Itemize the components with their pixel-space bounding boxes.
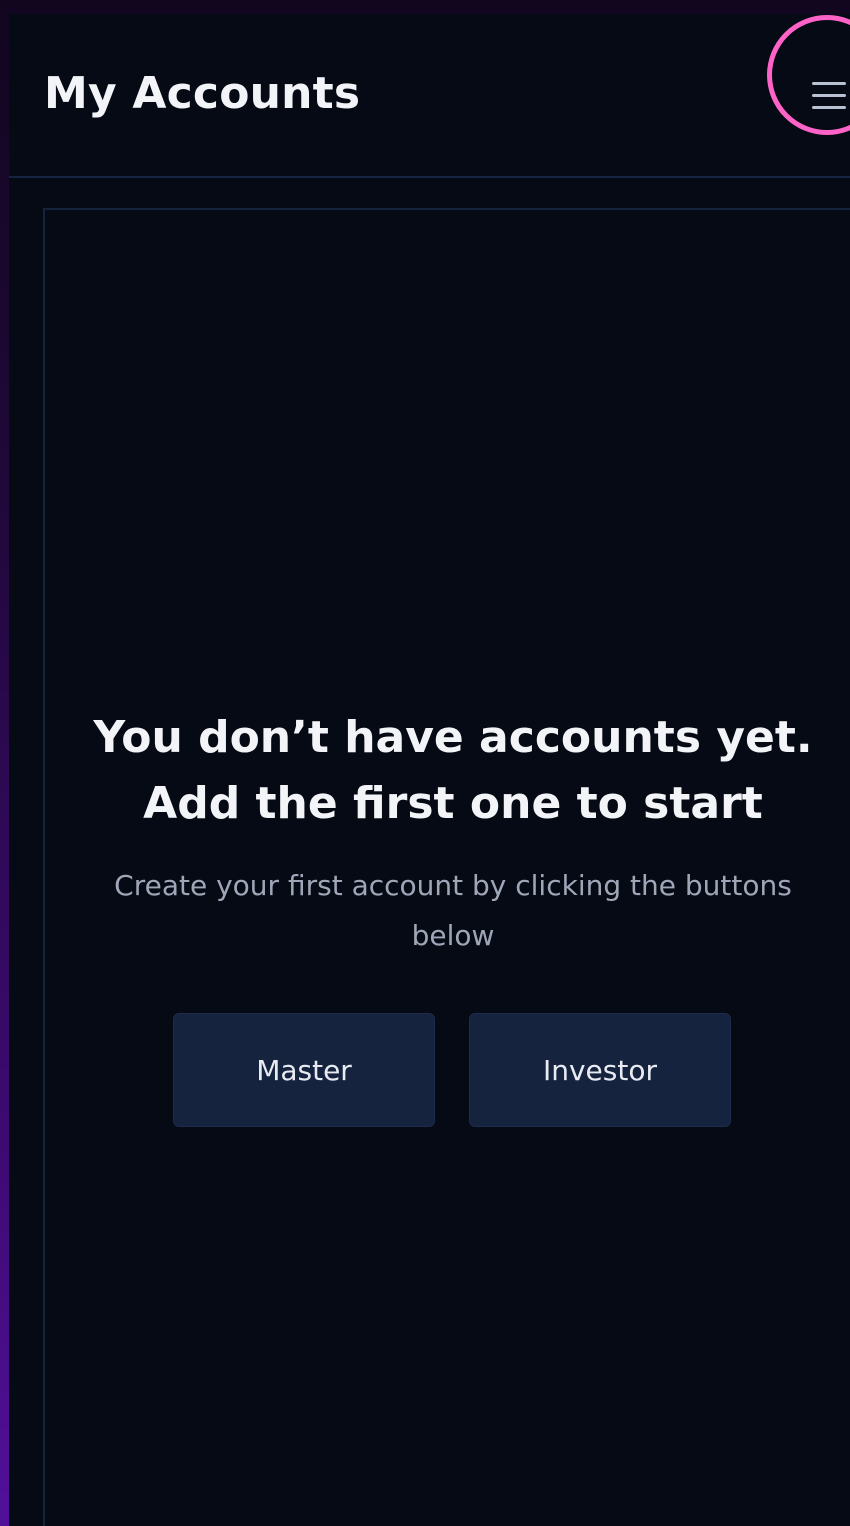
page-title: My Accounts bbox=[44, 68, 361, 119]
accounts-panel: You don’t have accounts yet. Add the fir… bbox=[43, 208, 850, 1526]
empty-state: You don’t have accounts yet. Add the fir… bbox=[45, 705, 850, 961]
menu-button[interactable] bbox=[802, 72, 848, 118]
account-type-actions: Master Investor bbox=[173, 1013, 733, 1127]
empty-state-subtitle: Create your first account by clicking th… bbox=[114, 869, 792, 952]
app-header: My Accounts bbox=[9, 14, 850, 178]
empty-title-line-1: You don’t have accounts yet. bbox=[93, 712, 813, 763]
app-screen: My Accounts You don’t have accounts yet.… bbox=[9, 14, 850, 1526]
master-button[interactable]: Master bbox=[173, 1013, 435, 1127]
empty-state-title: You don’t have accounts yet. Add the fir… bbox=[73, 705, 833, 837]
investor-button[interactable]: Investor bbox=[469, 1013, 731, 1127]
empty-title-line-2: Add the first one to start bbox=[143, 778, 763, 829]
